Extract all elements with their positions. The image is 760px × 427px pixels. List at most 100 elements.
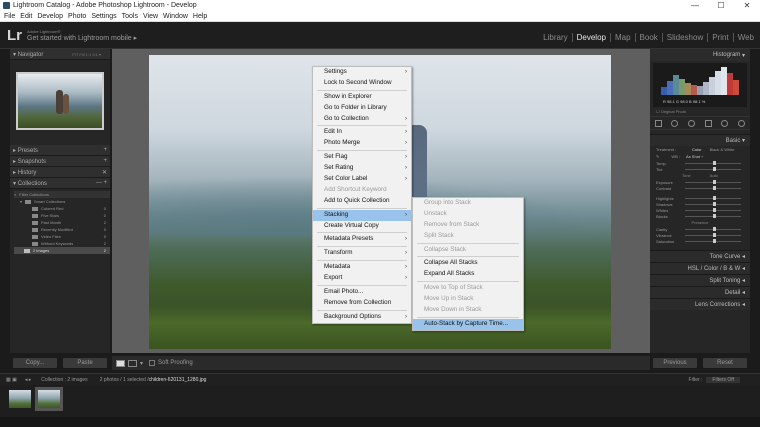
copy-settings-button[interactable]: Copy... [13, 358, 57, 368]
slider-knob[interactable] [713, 238, 716, 243]
split-toning-header[interactable]: Split Toning ◂ [650, 274, 750, 286]
red-eye-icon[interactable] [688, 119, 696, 127]
clarity-slider[interactable] [685, 226, 741, 231]
filter-collections-field[interactable]: ⌕ Filter Collections [14, 191, 110, 198]
slider-knob[interactable] [713, 207, 716, 212]
menu-item-edit-in[interactable]: Edit In › [313, 127, 411, 138]
spot-removal-icon[interactable] [671, 119, 679, 127]
menu-item-create-virtual-copy[interactable]: Create Virtual Copy [313, 221, 411, 232]
menu-item-stacking[interactable]: Stacking › [313, 209, 411, 221]
snapshots-header[interactable]: ▸ Snapshots + [10, 156, 110, 167]
slider-knob[interactable] [713, 226, 716, 231]
slider-knob[interactable] [713, 195, 716, 200]
menu-item-remove-from-collection[interactable]: Remove from Collection [313, 298, 411, 309]
slider-knob[interactable] [713, 232, 716, 237]
collections-header[interactable]: ▾ Collections — + [10, 178, 110, 189]
history-header[interactable]: ▸ History ✕ [10, 167, 110, 178]
list-item[interactable]: Without Keywords 2 [14, 240, 110, 247]
menu-item-metadata-presets[interactable]: Metadata Presets › [313, 234, 411, 245]
lens-corrections-header[interactable]: Lens Corrections ◂ [650, 298, 750, 310]
adjustment-brush-icon[interactable] [738, 119, 746, 127]
tone-curve-header[interactable]: Tone Curve ◂ [650, 250, 750, 262]
contrast-slider[interactable] [685, 185, 741, 190]
menu-edit[interactable]: Edit [20, 13, 32, 20]
slider-knob[interactable] [713, 160, 716, 165]
menu-item-export[interactable]: Export › [313, 273, 411, 284]
add-snapshot-icon[interactable]: + [103, 158, 107, 164]
wb-select[interactable]: As Shot ÷ [686, 154, 703, 159]
previous-button[interactable]: Previous [653, 358, 697, 368]
menu-item-show-in-explorer[interactable]: Show in Explorer [313, 92, 411, 103]
menu-item-add-to-quick-collection[interactable]: Add to Quick Collection [313, 196, 411, 207]
module-develop[interactable]: Develop [573, 33, 611, 42]
filmstrip-thumbnail[interactable] [6, 387, 34, 411]
nav-arrows-icon[interactable]: ◂ ▸ [25, 377, 31, 383]
menu-item-go-to-collection[interactable]: Go to Collection › [313, 114, 411, 125]
slider-knob[interactable] [713, 185, 716, 190]
smart-collections-folder[interactable]: ▾ Smart Collections [14, 198, 110, 205]
blacks-slider[interactable] [685, 213, 741, 218]
saturation-slider[interactable] [685, 238, 741, 243]
menu-settings[interactable]: Settings [91, 13, 116, 20]
module-slideshow[interactable]: Slideshow [663, 33, 709, 42]
filmstrip-source[interactable]: Collection : 2 images [41, 377, 87, 383]
menu-item-email-photo[interactable]: Email Photo... [313, 287, 411, 298]
menu-photo[interactable]: Photo [68, 13, 86, 20]
navigator-zoom-options[interactable]: FIT Fill 1:1 3:1 ▾ [72, 52, 101, 57]
module-print[interactable]: Print [708, 33, 734, 42]
graduated-filter-icon[interactable] [704, 119, 712, 127]
before-after-icon[interactable] [128, 359, 137, 367]
menu-item-settings[interactable]: Settings › [313, 67, 411, 78]
menu-view[interactable]: View [143, 13, 158, 20]
paste-settings-button[interactable]: Paste [63, 358, 107, 368]
histogram[interactable]: R 98.1 G 98.0 B 98.1 % [653, 63, 747, 107]
auto-tone-button[interactable]: Auto [710, 173, 718, 178]
menu-tools[interactable]: Tools [122, 13, 138, 20]
tint-slider[interactable] [685, 166, 741, 171]
submenu-item-collapse-all-stacks[interactable]: Collapse All Stacks [413, 258, 523, 269]
filmstrip-thumbnail-selected[interactable] [35, 387, 63, 411]
selected-collection[interactable]: 2 images 2 [14, 247, 110, 254]
navigator-header[interactable]: ▾ Navigator FIT Fill 1:1 3:1 ▾ [10, 49, 110, 60]
treatment-bw-option[interactable]: Black & White [710, 147, 735, 152]
eyedropper-icon[interactable]: ✎ [656, 154, 659, 159]
module-web[interactable]: Web [734, 33, 758, 42]
soft-proofing-checkbox[interactable] [149, 360, 156, 366]
list-item[interactable]: Recently Modified 0 [14, 226, 110, 233]
menu-item-set-flag[interactable]: Set Flag › [313, 152, 411, 163]
reset-button[interactable]: Reset [703, 358, 747, 368]
mobile-promo-link[interactable]: Get started with Lightroom mobile ▸ [27, 34, 137, 42]
basic-header[interactable]: Basic ▾ [650, 134, 750, 146]
slider-knob[interactable] [713, 213, 716, 218]
menu-item-lock-to-second-window[interactable]: Lock to Second Window [313, 78, 411, 89]
menu-file[interactable]: File [4, 13, 15, 20]
menu-item-set-color-label[interactable]: Set Color Label › [313, 174, 411, 185]
shadows-slider[interactable] [685, 201, 741, 206]
highlights-slider[interactable] [685, 195, 741, 200]
vibrance-slider[interactable] [685, 232, 741, 237]
maximize-icon[interactable]: ☐ [708, 1, 734, 10]
add-collection-icon[interactable]: — + [96, 180, 107, 186]
slider-knob[interactable] [713, 166, 716, 171]
menu-item-metadata[interactable]: Metadata › [313, 262, 411, 273]
navigator-preview[interactable] [16, 72, 104, 130]
close-icon[interactable]: ✕ [734, 1, 760, 10]
slider-knob[interactable] [713, 179, 716, 184]
exposure-slider[interactable] [685, 179, 741, 184]
list-item[interactable]: Colored Red 0 [14, 205, 110, 212]
slider-knob[interactable] [713, 201, 716, 206]
module-map[interactable]: Map [611, 33, 636, 42]
hsl-header[interactable]: HSL / Color / B & W ◂ [650, 262, 750, 274]
module-library[interactable]: Library [539, 33, 573, 42]
list-item[interactable]: Past Month 2 [14, 219, 110, 226]
clear-history-icon[interactable]: ✕ [102, 169, 107, 176]
menu-item-transform[interactable]: Transform › [313, 248, 411, 259]
filter-select[interactable]: Filters Off [706, 376, 740, 383]
menu-item-set-rating[interactable]: Set Rating › [313, 163, 411, 174]
crop-tool-icon[interactable] [654, 119, 662, 127]
grid-view-icon[interactable]: ▦ ▣ [6, 377, 17, 383]
menu-item-background-options[interactable]: Background Options › [313, 312, 411, 323]
menu-develop[interactable]: Develop [37, 13, 63, 20]
treatment-color-option[interactable]: Color [692, 147, 702, 152]
radial-filter-icon[interactable] [721, 119, 729, 127]
